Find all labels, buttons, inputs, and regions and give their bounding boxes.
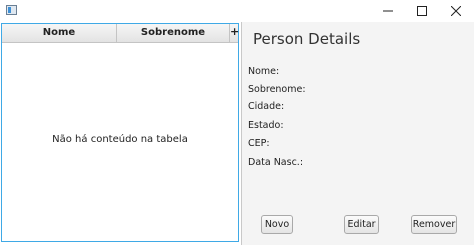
label-nome: Nome: — [248, 66, 280, 77]
close-icon — [451, 6, 461, 16]
remover-button[interactable]: Remover — [411, 215, 457, 234]
person-table[interactable]: Nome Sobrenome + Não há conteúdo na tabe… — [1, 23, 239, 242]
empty-table-placeholder: Não há conteúdo na tabela — [52, 134, 188, 145]
column-header-sobrenome[interactable]: Sobrenome — [117, 24, 230, 42]
minimize-button[interactable] — [370, 0, 406, 22]
minimize-icon — [383, 10, 393, 12]
column-header-nome[interactable]: Nome — [2, 24, 117, 42]
editar-button[interactable]: Editar — [344, 215, 379, 234]
table-header: Nome Sobrenome + — [2, 24, 239, 43]
maximize-icon — [417, 6, 427, 16]
close-button[interactable] — [438, 0, 474, 22]
label-estado: Estado: — [248, 120, 284, 131]
column-menu-button[interactable]: + — [230, 24, 239, 42]
app-icon — [6, 5, 17, 15]
label-sobrenome: Sobrenome: — [248, 84, 306, 95]
maximize-button[interactable] — [404, 0, 440, 22]
novo-button[interactable]: Novo — [261, 215, 293, 234]
person-details-panel: Person Details Nome: Sobrenome: Cidade: … — [241, 22, 474, 245]
title-bar — [0, 0, 474, 22]
details-title: Person Details — [253, 30, 361, 48]
label-data-nasc: Data Nasc.: — [248, 157, 304, 168]
label-cep: CEP: — [248, 138, 270, 149]
label-cidade: Cidade: — [248, 101, 285, 112]
